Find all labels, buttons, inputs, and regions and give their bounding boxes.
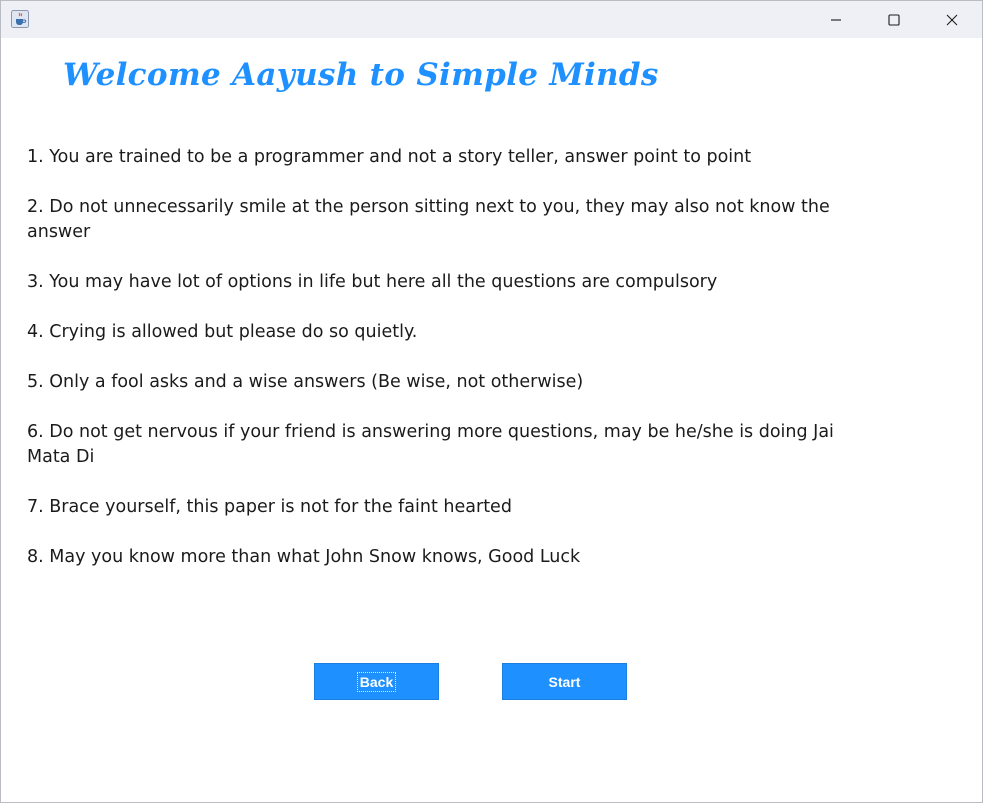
rule-item: 5. Only a fool asks and a wise answers (… bbox=[27, 372, 584, 392]
rules-list: 1. You are trained to be a programmer an… bbox=[27, 145, 867, 595]
back-button[interactable]: Back bbox=[314, 663, 439, 700]
rule-item: 4. Crying is allowed but please do so qu… bbox=[27, 322, 418, 342]
close-button[interactable] bbox=[923, 1, 981, 38]
back-button-label: Back bbox=[356, 671, 397, 692]
start-button[interactable]: Start bbox=[502, 663, 627, 700]
minimize-icon bbox=[831, 18, 841, 21]
maximize-icon bbox=[888, 13, 900, 26]
title-bar[interactable] bbox=[1, 1, 982, 38]
rule-item: 2. Do not unnecessarily smile at the per… bbox=[27, 197, 830, 242]
start-button-label: Start bbox=[548, 673, 581, 690]
welcome-heading: Welcome Aayush to Simple Minds bbox=[63, 57, 659, 93]
rule-item: 6. Do not get nervous if your friend is … bbox=[27, 422, 834, 467]
app-window: Welcome Aayush to Simple Minds 1. You ar… bbox=[0, 0, 983, 803]
rule-item: 7. Brace yourself, this paper is not for… bbox=[27, 497, 512, 517]
rule-item: 3. You may have lot of options in life b… bbox=[27, 272, 718, 292]
maximize-button[interactable] bbox=[865, 1, 923, 38]
rule-item: 8. May you know more than what John Snow… bbox=[27, 547, 581, 567]
rule-item: 1. You are trained to be a programmer an… bbox=[27, 147, 752, 167]
minimize-button[interactable] bbox=[807, 1, 865, 38]
java-cup-icon[interactable] bbox=[11, 10, 29, 28]
close-icon bbox=[946, 14, 958, 25]
